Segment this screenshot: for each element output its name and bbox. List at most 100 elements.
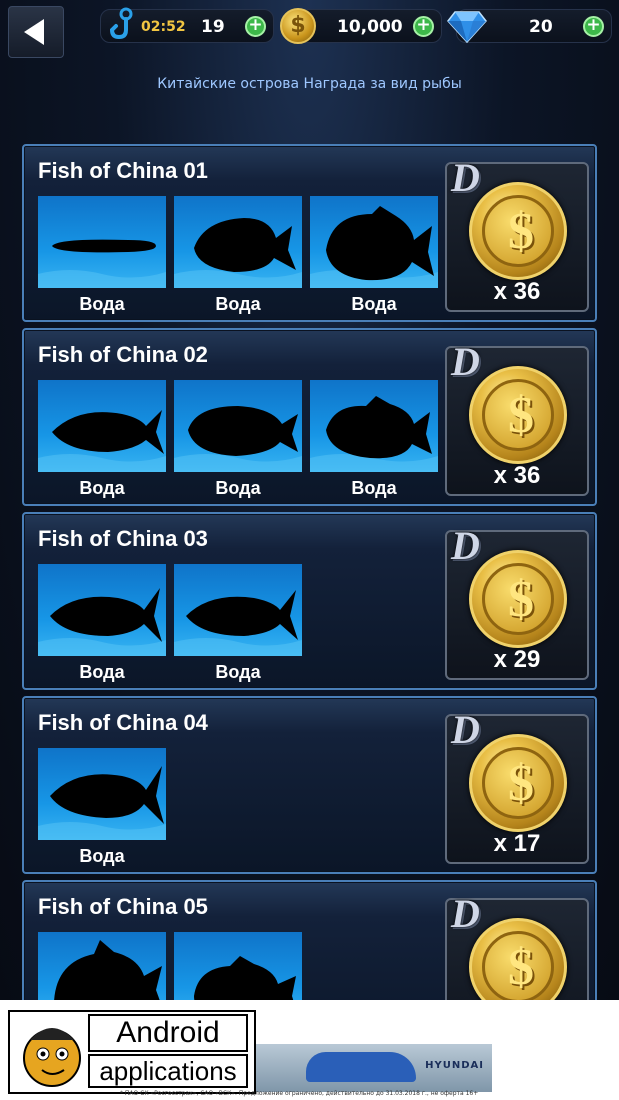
fish-silhouette-icon [54, 940, 162, 1000]
reward-box: $ Dx 29 [445, 523, 589, 680]
dollar-coin-icon: $ [469, 918, 567, 1000]
fish-silhouette-image [38, 196, 166, 288]
fish-silhouette-image [174, 564, 302, 656]
grade-badge: D [451, 707, 480, 752]
fish-slot[interactable]: Вода [310, 380, 438, 499]
reward-box: $ D [445, 891, 589, 1000]
coin-inner: $ [482, 379, 554, 451]
fish-slot[interactable]: Вода [174, 196, 302, 315]
mascot-icon [23, 1028, 81, 1087]
dollar-sign: $ [508, 939, 534, 996]
energy-timer: 02:52 [141, 19, 186, 35]
fish-slot[interactable]: Вода [174, 564, 302, 683]
add-gems-button[interactable]: + [583, 16, 604, 37]
dollar-sign: $ [508, 571, 534, 628]
card-title: Fish of China 01 [38, 158, 208, 183]
grade-badge: D [451, 523, 480, 568]
ad-banner[interactable]: Android applications HYUNDAI [0, 1000, 619, 1100]
fish-reward-card[interactable]: Fish of China 04 Вода $ Dx 17 [22, 696, 597, 874]
card-title: Fish of China 04 [38, 710, 208, 735]
fish-silhouette-image [174, 932, 302, 1000]
fish-reward-card[interactable]: Fish of China 01 Вода Вода Вода $ Dx 36 [22, 144, 597, 322]
fish-silhouette-icon [174, 218, 302, 288]
reward-count: x 36 [493, 462, 541, 489]
fish-silhouette-image [38, 932, 166, 1000]
fish-silhouette-icon [38, 588, 166, 656]
fish-label: Вода [79, 294, 125, 314]
fish-silhouette-image [38, 380, 166, 472]
car-brand: HYUNDAI [425, 1060, 484, 1071]
dollar-coin-icon: $ [469, 182, 567, 280]
add-coins-button[interactable]: + [413, 16, 434, 37]
fish-silhouette-icon [38, 410, 166, 472]
ad-line1: Android [88, 1014, 248, 1052]
fish-reward-card[interactable]: Fish of China 03 Вода Вода $ Dx 29 [22, 512, 597, 690]
grade-badge: D [451, 339, 480, 384]
fish-silhouette-image [38, 564, 166, 656]
fish-silhouette-icon [38, 239, 166, 288]
fish-silhouette-image [174, 380, 302, 472]
reward-box: $ Dx 36 [445, 339, 589, 496]
coin-inner: $ [482, 563, 554, 635]
fish-silhouette-icon [310, 206, 438, 288]
card-title: Fish of China 03 [38, 526, 208, 551]
fish-slot[interactable]: Вода [38, 564, 166, 683]
grade-badge: D [451, 891, 480, 936]
fish-reward-list[interactable]: Fish of China 01 Вода Вода Вода $ Dx 36 Fish o… [22, 144, 597, 1000]
ad-line2: applications [88, 1054, 248, 1088]
page-subtitle: Китайские острова Награда за вид рыбы [157, 76, 462, 92]
reward-box: $ Dx 17 [445, 707, 589, 864]
dollar-sign: $ [508, 203, 534, 260]
add-energy-button[interactable]: + [245, 16, 266, 37]
fish-label: Вода [79, 662, 125, 682]
coin-inner: $ [482, 195, 554, 267]
car-image [306, 1052, 416, 1082]
fish-label: Вода [351, 478, 397, 498]
back-arrow-icon [24, 19, 44, 45]
dollar-sign: $ [508, 755, 534, 812]
back-button[interactable] [8, 6, 64, 58]
fish-reward-card[interactable]: Fish of China 05 $ D [22, 880, 597, 1000]
fish-silhouette-image [310, 196, 438, 288]
dollar-coin-icon: $ [469, 366, 567, 464]
fish-slot[interactable] [38, 932, 166, 1000]
grade-badge: D [451, 155, 480, 200]
fish-slot[interactable]: Вода [310, 196, 438, 315]
fish-slot[interactable]: Вода [174, 380, 302, 499]
coin-inner: $ [482, 747, 554, 819]
fish-label: Вода [215, 478, 261, 498]
fish-label: Вода [215, 662, 261, 682]
fish-reward-card[interactable]: Fish of China 02 Вода Вода Вода $ Dx 36 [22, 328, 597, 506]
car-advert[interactable]: HYUNDAI [256, 1044, 492, 1092]
card-title: Fish of China 02 [38, 342, 208, 367]
fish-slot[interactable]: Вода [38, 196, 166, 315]
fish-label: Вода [79, 478, 125, 498]
energy-value: 19 [201, 17, 225, 37]
fish-slot[interactable] [174, 932, 302, 1000]
card-title: Fish of China 05 [38, 894, 208, 919]
fish-silhouette-icon [310, 396, 438, 472]
reward-count: x 29 [493, 646, 541, 673]
reward-box: $ Dx 36 [445, 155, 589, 312]
fish-silhouette-icon [174, 406, 302, 472]
reward-count: x 17 [493, 830, 541, 857]
fish-slot[interactable]: Вода [38, 748, 166, 867]
fish-silhouette-icon [174, 590, 302, 656]
screen: 02:52 19 + 10,000 + $ 20 + Китайские ост… [0, 0, 619, 1000]
diamond-gem-icon [447, 11, 487, 44]
top-bar: 02:52 19 + 10,000 + $ 20 + [0, 0, 619, 60]
dollar-coin-icon: $ [469, 550, 567, 648]
android-applications-logo[interactable]: Android applications [8, 1010, 256, 1094]
gem-value: 20 [529, 17, 553, 37]
gold-coin-icon: $ [280, 8, 316, 44]
fish-silhouette-image [310, 380, 438, 472]
ad-logo-text: Android applications [88, 1014, 248, 1088]
dollar-sign: $ [508, 387, 534, 444]
fish-silhouette-icon [194, 956, 296, 1000]
fishing-hook-icon [109, 7, 133, 40]
fish-slot[interactable]: Вода [38, 380, 166, 499]
coin-inner: $ [482, 931, 554, 1000]
fish-label: Вода [215, 294, 261, 314]
coin-value: 10,000 [337, 17, 403, 37]
fish-silhouette-icon [38, 766, 166, 840]
